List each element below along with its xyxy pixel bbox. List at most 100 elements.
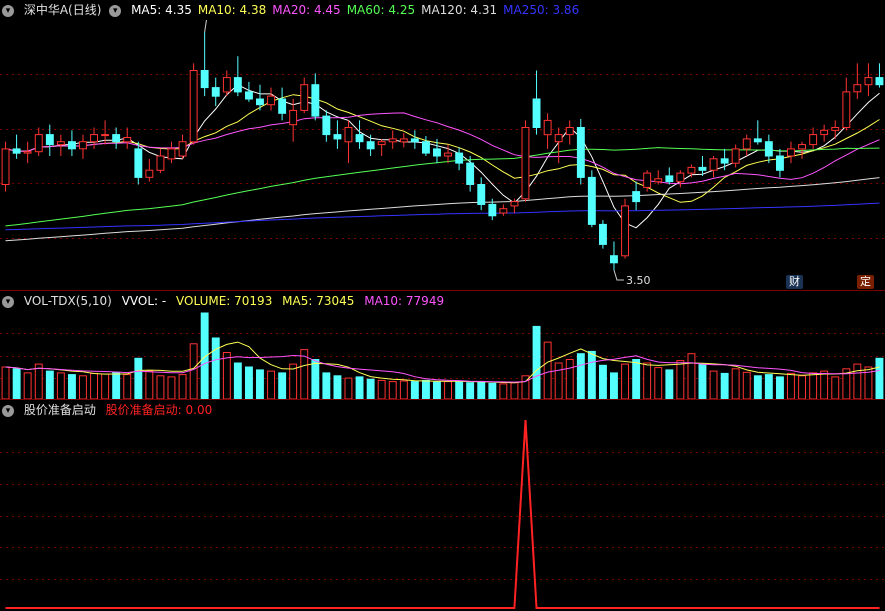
volume-bar (554, 362, 563, 400)
marker-ding[interactable]: 定 (857, 275, 874, 289)
volume-bar (499, 383, 508, 400)
volume-bar (787, 372, 795, 400)
ma-labels: MA5: 4.35 MA10: 4.38 MA20: 4.45 MA60: 4.25 M… (131, 3, 585, 17)
candle (178, 141, 187, 157)
candle (245, 91, 253, 100)
candle (842, 91, 851, 128)
volume-value: VOLUME: 70193 (176, 294, 273, 308)
volume-bar (112, 371, 121, 400)
volume-bar (665, 369, 674, 400)
candle (709, 158, 718, 171)
volume-bar (79, 375, 87, 400)
volume-bar (189, 343, 198, 400)
candle (90, 134, 98, 143)
volume-bar (576, 353, 585, 400)
volume-bar (256, 369, 264, 400)
volume-bar (311, 359, 320, 400)
collapse-indicator-panel-icon[interactable]: ▾ (2, 404, 14, 417)
collapse-volume-panel-icon[interactable]: ▾ (2, 295, 14, 308)
candle (499, 208, 508, 214)
candle (211, 87, 220, 97)
ma-label: MA60: 4.25 (346, 3, 416, 17)
candle (433, 148, 441, 157)
volume-bar (510, 382, 519, 400)
volume-chart[interactable] (0, 311, 885, 400)
volume-bar (167, 376, 176, 400)
candle (798, 144, 806, 150)
volume-bar (764, 374, 773, 400)
volume-bar (820, 370, 829, 400)
volume-bar (134, 357, 143, 400)
candle (101, 134, 110, 137)
candle (676, 172, 685, 183)
volume-bar (610, 372, 618, 400)
volume-bar (466, 382, 475, 400)
volume-bar (410, 381, 419, 400)
candle (477, 184, 486, 205)
candle (233, 77, 242, 93)
candle (410, 138, 419, 143)
volume-bar (56, 372, 65, 400)
candle (1, 148, 10, 185)
volume-bar (366, 378, 375, 400)
price-chart[interactable]: 5.173.50 (0, 20, 885, 292)
candle (565, 127, 574, 136)
candle (167, 148, 176, 160)
ma-settings-icon[interactable]: ▾ (109, 4, 122, 17)
volume-bar (875, 357, 884, 400)
candle (45, 134, 54, 146)
ma-label: MA120: 4.31 (421, 3, 498, 17)
volume-bar (145, 370, 154, 400)
vol-ma5-value: MA5: 73045 (282, 294, 355, 308)
volume-bar (455, 380, 464, 400)
candle (687, 166, 696, 174)
candle (366, 141, 375, 150)
volume-bar (1, 366, 10, 400)
indicator-panel: ▾ 股价准备启动 股价准备启动: 0.00 (0, 400, 885, 611)
candle (267, 95, 276, 106)
volume-bar (753, 375, 762, 400)
marker-cai[interactable]: 财 (786, 275, 803, 289)
volume-bar (720, 372, 729, 400)
candle (875, 77, 884, 86)
candle (112, 134, 121, 143)
candle (300, 84, 309, 111)
volume-bar (809, 372, 818, 400)
volume-bar (377, 379, 386, 400)
volume-bar (543, 341, 552, 400)
volume-bar (101, 373, 110, 400)
low-annotation: 3.50 (626, 274, 651, 287)
volume-bar (399, 380, 408, 400)
candle (831, 127, 840, 131)
volume-bar (344, 377, 353, 400)
volume-bar (532, 325, 541, 400)
candle (200, 70, 209, 89)
indicator-panel-header: ▾ 股价准备启动 股价准备启动: 0.00 (0, 400, 218, 420)
volume-bar (123, 374, 132, 400)
volume-bar (333, 375, 342, 400)
candle (776, 155, 784, 171)
candle (156, 155, 165, 171)
volume-bar (233, 362, 242, 400)
indicator-chart[interactable] (0, 420, 885, 611)
indicator-value: 股价准备启动: 0.00 (105, 403, 213, 417)
candle (422, 141, 430, 154)
volume-bar (278, 372, 287, 400)
candle (189, 70, 198, 143)
indicator-line (5, 420, 880, 609)
candle (466, 162, 475, 186)
candle (488, 203, 497, 217)
candle (344, 127, 353, 143)
volume-bar (222, 352, 231, 400)
low-pointer (613, 269, 624, 281)
candle (787, 148, 795, 157)
collapse-price-panel-icon[interactable]: ▾ (2, 4, 14, 17)
volume-bar (422, 379, 430, 400)
volume-bar (599, 364, 607, 400)
indicator-title: 股价准备启动 (23, 403, 96, 417)
candle (333, 134, 342, 140)
volume-bar (12, 368, 21, 400)
candle (587, 176, 596, 225)
volume-bar (68, 374, 76, 400)
candle (289, 109, 298, 126)
